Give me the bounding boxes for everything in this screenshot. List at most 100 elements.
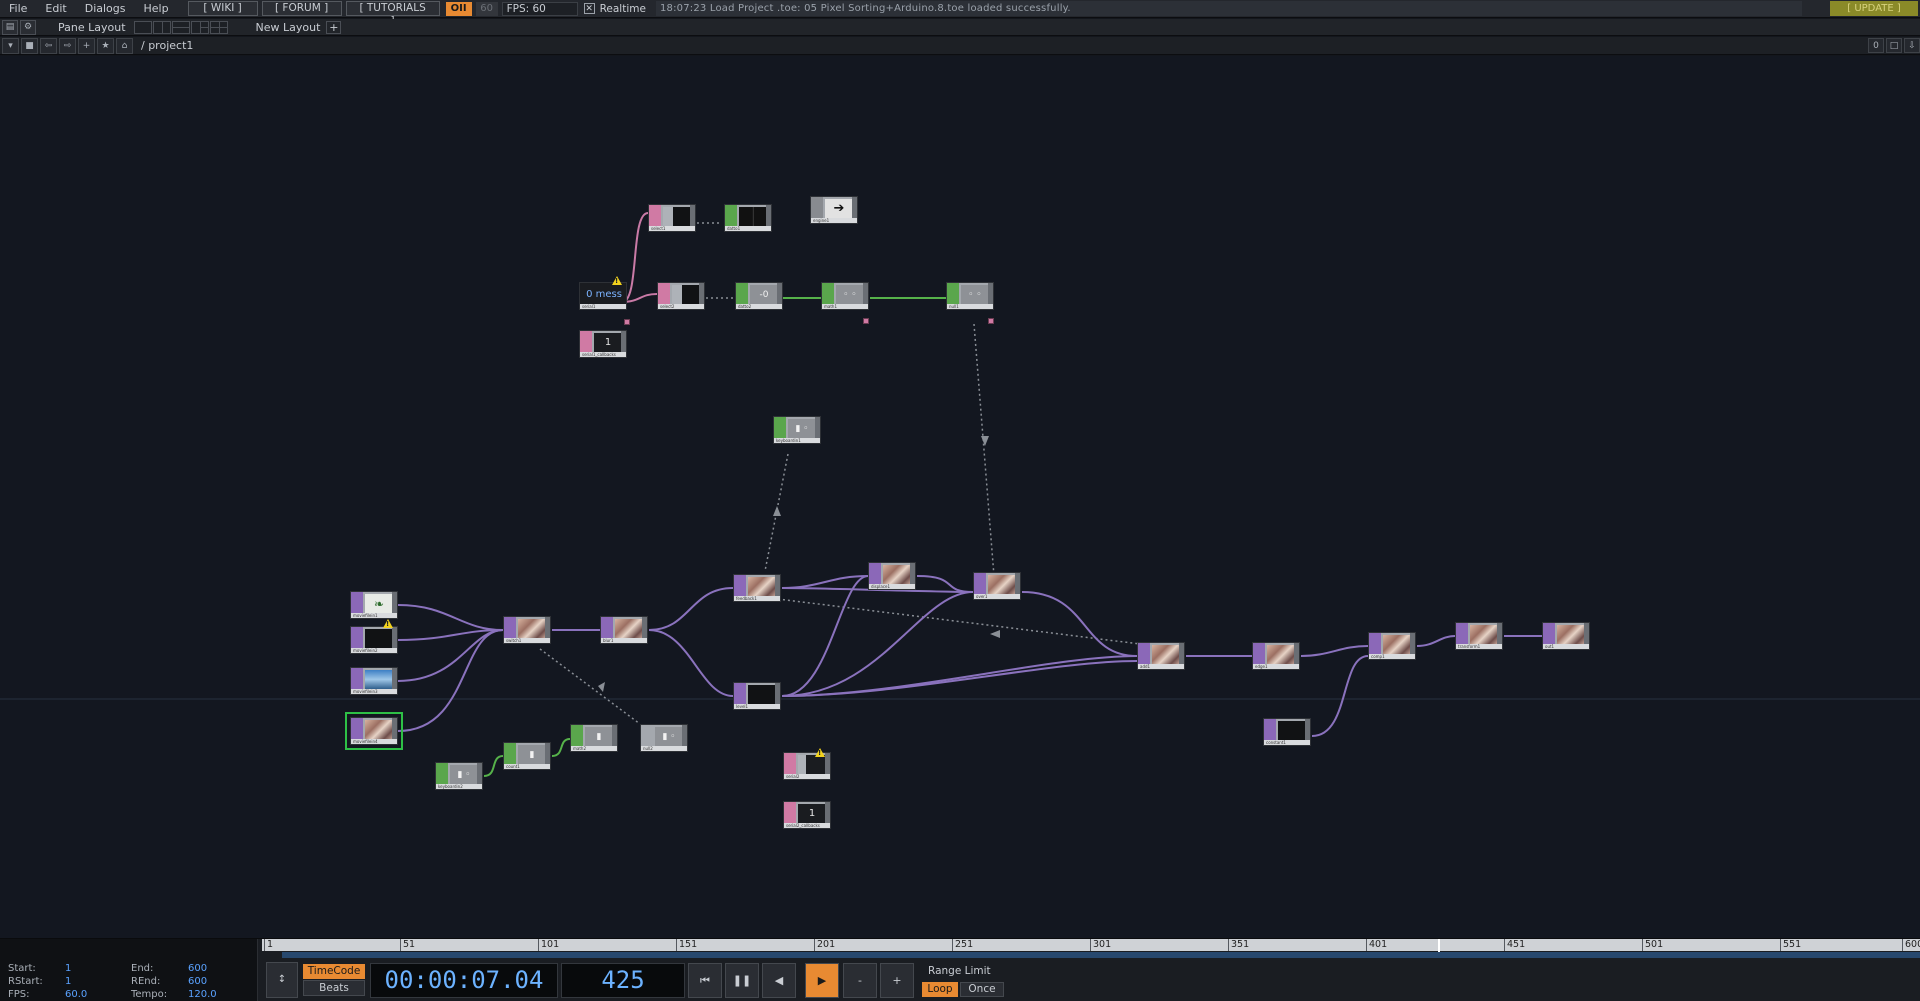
node-over1[interactable]: over1 bbox=[973, 572, 1021, 600]
parent-network-icon[interactable]: ⌂ bbox=[116, 37, 133, 54]
op-snippets-button[interactable]: OII bbox=[445, 1, 472, 16]
play-button[interactable]: ▶ bbox=[805, 963, 839, 998]
node-datto1[interactable]: datto1 bbox=[724, 204, 772, 232]
network-editor[interactable]: select1 datto1 ➔ engine1 0 mess serial1 … bbox=[0, 56, 1920, 938]
node-transform1[interactable]: transform1 bbox=[1455, 622, 1503, 650]
timecode-toggle[interactable]: TimeCode bbox=[303, 964, 365, 979]
node-serial2-callbacks[interactable]: 1 serial2_callbacks bbox=[783, 801, 831, 829]
wire-count1-math2 bbox=[551, 738, 571, 757]
ruler-tick: 51 bbox=[400, 939, 415, 951]
menu-dialogs[interactable]: Dialogs bbox=[76, 0, 135, 18]
node-moviefilein3[interactable]: moviefilein3 bbox=[350, 667, 398, 695]
node-serial1-callbacks[interactable]: 1 serial1_callbacks bbox=[579, 330, 627, 358]
timecode-display[interactable]: 00:00:07.04 bbox=[370, 963, 558, 998]
frame-display[interactable]: 425 bbox=[561, 963, 685, 998]
null1-flag-icon bbox=[988, 318, 994, 324]
warning-icon bbox=[612, 276, 622, 285]
tempo-label: Tempo: bbox=[131, 989, 168, 1000]
node-displace1[interactable]: displace1 bbox=[868, 562, 916, 590]
pane-index-readout: 0 bbox=[1868, 38, 1884, 53]
node-moviefilein2[interactable]: moviefilein2 bbox=[350, 626, 398, 654]
network-path[interactable]: / project1 bbox=[141, 39, 193, 52]
rstart-value[interactable]: 1 bbox=[65, 976, 71, 987]
back-arrow-icon[interactable]: ⇦ bbox=[40, 37, 57, 54]
node-keyboardin1[interactable]: ▮ ◦ keyboardin1 bbox=[773, 416, 821, 444]
bookmark-star-icon[interactable]: ★ bbox=[97, 37, 114, 54]
fps-readout: FPS: 60 bbox=[501, 1, 578, 16]
timeline-range-bar[interactable] bbox=[282, 952, 1920, 958]
node-math2[interactable]: ▮ math2 bbox=[570, 724, 618, 752]
node-null1[interactable]: ◦ ◦ null1 bbox=[946, 282, 994, 310]
realtime-checkbox[interactable]: ✕ bbox=[583, 3, 595, 14]
wire-keyboard2-count1 bbox=[483, 755, 504, 777]
node-blur1[interactable]: blur1 bbox=[600, 616, 648, 644]
network-pane-icon[interactable]: ⚙ bbox=[20, 19, 36, 35]
new-layout-plus-button[interactable]: + bbox=[326, 20, 342, 34]
node-level1[interactable]: level1 bbox=[733, 682, 781, 710]
start-value[interactable]: 1 bbox=[65, 963, 71, 974]
pane-type-icon[interactable]: ▤ bbox=[2, 19, 18, 35]
node-datto2[interactable]: -0 datto2 bbox=[735, 282, 783, 310]
step-plus-button[interactable]: + bbox=[880, 963, 914, 998]
link-arrow-4 bbox=[598, 682, 605, 692]
pane-menu-chevron-icon[interactable]: ▾ bbox=[2, 37, 19, 54]
maximize-pane-icon[interactable]: □ bbox=[1886, 38, 1902, 53]
end-value[interactable]: 600 bbox=[188, 963, 207, 974]
warning-icon bbox=[383, 619, 393, 628]
node-switch1[interactable]: switch1 bbox=[503, 616, 551, 644]
node-engine1[interactable]: ➔ engine1 bbox=[810, 196, 858, 224]
node-math1[interactable]: ◦ ◦ math1 bbox=[821, 282, 869, 310]
pin-pane-icon[interactable]: ⇩ bbox=[1904, 38, 1920, 53]
ruler-tick: 151 bbox=[676, 939, 697, 951]
node-add1[interactable]: add1 bbox=[1137, 642, 1185, 670]
node-moviefilein4[interactable]: moviefilein4 bbox=[345, 712, 403, 750]
ruler-tick: 301 bbox=[1090, 939, 1111, 951]
once-toggle[interactable]: Once bbox=[960, 982, 1004, 997]
forum-button[interactable]: [ FORUM ] bbox=[261, 1, 342, 16]
timeline-ruler[interactable]: 1 51 101 151 201 251 301 351 401 451 501… bbox=[262, 939, 1920, 951]
step-back-button[interactable]: ◀ bbox=[762, 963, 796, 998]
layout-three-button[interactable] bbox=[190, 20, 209, 34]
layout-split-vertical-button[interactable] bbox=[152, 20, 171, 34]
link-arrow-1 bbox=[981, 436, 989, 446]
step-minus-button[interactable]: - bbox=[843, 963, 877, 998]
menu-help[interactable]: Help bbox=[135, 0, 178, 18]
node-comp1[interactable]: comp1 bbox=[1368, 632, 1416, 660]
beats-toggle[interactable]: Beats bbox=[303, 980, 365, 996]
loop-toggle[interactable]: Loop bbox=[922, 982, 958, 997]
end-label: End: bbox=[131, 963, 154, 974]
node-moviefilein1[interactable]: ❧ moviefilein1 bbox=[350, 591, 398, 619]
layout-single-button[interactable] bbox=[133, 20, 152, 34]
node-select1[interactable]: select1 bbox=[648, 204, 696, 232]
home-plus-icon[interactable]: + bbox=[78, 37, 95, 54]
range-limit-label: Range Limit bbox=[928, 965, 991, 977]
tempo-value[interactable]: 120.0 bbox=[188, 989, 217, 1000]
layout-split-horizontal-button[interactable] bbox=[171, 20, 190, 34]
node-feedback1[interactable]: feedback1 bbox=[733, 574, 781, 602]
node-select2[interactable]: select2 bbox=[657, 282, 705, 310]
playhead[interactable] bbox=[1438, 939, 1440, 952]
timeline-settings: Start: 1 End: 600 RStart: 1 REnd: 600 FP… bbox=[0, 939, 258, 1001]
node-edge1[interactable]: edge1 bbox=[1252, 642, 1300, 670]
rend-value[interactable]: 600 bbox=[188, 976, 207, 987]
stop-icon[interactable]: ■ bbox=[21, 37, 38, 54]
node-null2[interactable]: ▮ ◦ null2 bbox=[640, 724, 688, 752]
update-button[interactable]: [ UPDATE ] bbox=[1830, 1, 1918, 16]
fps-value[interactable]: 60.0 bbox=[65, 989, 87, 1000]
node-constant1[interactable]: constant1 bbox=[1263, 718, 1311, 746]
layout-quad-button[interactable] bbox=[209, 20, 228, 34]
arrow-right-icon: ➔ bbox=[825, 199, 853, 218]
node-keyboardin2[interactable]: ▮ ◦ keyboardin2 bbox=[435, 762, 483, 790]
timeline-options-button[interactable]: ↕ bbox=[266, 962, 298, 998]
node-out1[interactable]: out1 bbox=[1542, 622, 1590, 650]
menu-edit[interactable]: Edit bbox=[36, 0, 75, 18]
tutorials-button[interactable]: [ TUTORIALS ] bbox=[345, 1, 440, 27]
forward-arrow-icon[interactable]: ⇨ bbox=[59, 37, 76, 54]
node-serial1[interactable]: 0 mess serial1 bbox=[579, 282, 627, 310]
node-count1[interactable]: ▮ count1 bbox=[503, 742, 551, 770]
rewind-button[interactable]: ⏮ bbox=[688, 963, 722, 998]
pause-button[interactable]: ❚❚ bbox=[725, 963, 759, 998]
menu-file[interactable]: File bbox=[0, 0, 36, 18]
wiki-button[interactable]: [ WIKI ] bbox=[187, 1, 258, 16]
ruler-tick: 501 bbox=[1642, 939, 1663, 951]
